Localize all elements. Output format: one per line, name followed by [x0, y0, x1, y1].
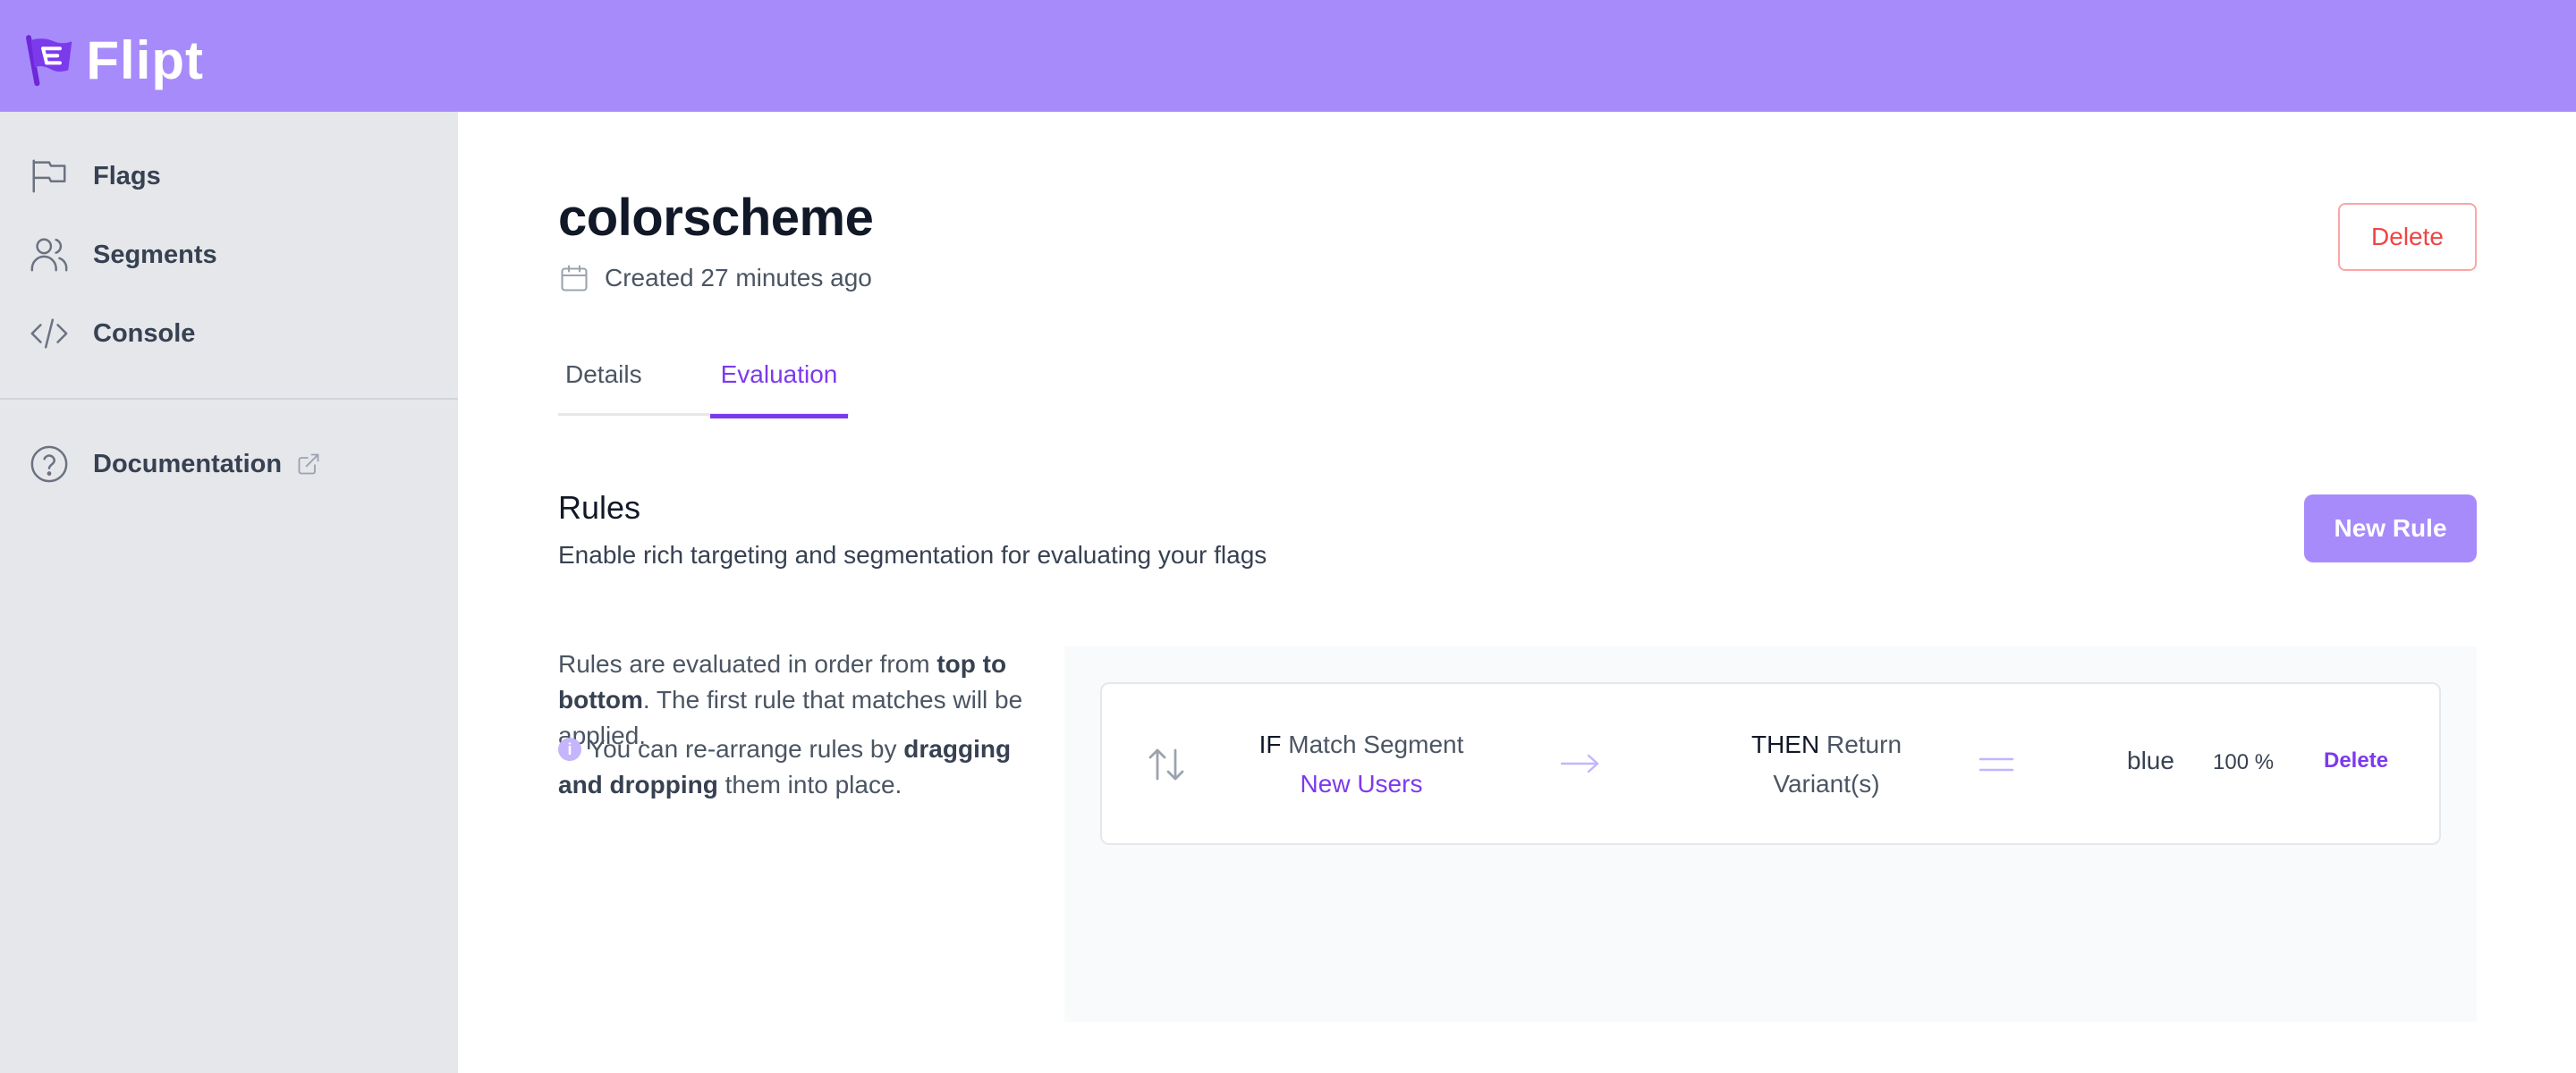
sidebar-item-label: Segments: [93, 240, 217, 269]
question-circle-icon: [30, 445, 68, 483]
sidebar: Flags Segments Console Documentation: [0, 112, 458, 1073]
sidebar-item-label: Console: [93, 318, 196, 348]
drag-handle-icon[interactable]: [1145, 743, 1188, 786]
arrow-right-icon: [1560, 754, 1599, 773]
help-text: Rules are evaluated in order from: [558, 650, 937, 678]
then-keyword: THEN: [1750, 731, 1820, 758]
rule-condition: IF Match Segment New Users: [1227, 725, 1496, 804]
top-bar: Flipt: [0, 0, 2576, 112]
info-icon: i: [558, 737, 581, 761]
segment-link[interactable]: New Users: [1301, 770, 1423, 798]
created-info: Created 27 minutes ago: [558, 262, 872, 294]
sidebar-divider: [0, 398, 458, 400]
distribution-percentage: 100 %: [2213, 750, 2275, 774]
sidebar-item-label: Flags: [93, 161, 161, 190]
sidebar-item-label: Documentation: [93, 449, 283, 478]
users-icon: [30, 238, 68, 272]
help-text: You can re-arrange rules by: [589, 735, 904, 763]
rules-subheading: Enable rich targeting and segmentation f…: [558, 541, 1267, 569]
rules-drag-help: i You can re-arrange rules by dragging an…: [558, 731, 1023, 803]
help-text: them into place.: [717, 771, 902, 798]
sidebar-item-console[interactable]: Console: [29, 307, 195, 360]
flag-icon: [32, 159, 66, 193]
rules-list: IF Match Segment New Users THEN Return V…: [1064, 646, 2477, 1022]
created-text: Created 27 minutes ago: [605, 264, 872, 291]
rule-outcome: THEN Return Variant(s): [1710, 725, 1943, 804]
if-label: Match Segment: [1288, 731, 1464, 758]
if-keyword: IF: [1258, 731, 1282, 758]
sidebar-item-segments[interactable]: Segments: [29, 228, 217, 282]
code-icon: [30, 318, 68, 349]
delete-rule-button[interactable]: Delete: [2324, 748, 2388, 773]
app-logo[interactable]: Flipt: [25, 23, 204, 97]
external-link-icon: [298, 453, 319, 475]
app-name: Flipt: [86, 30, 204, 90]
main-content: colorscheme Created 27 minutes ago Delet…: [458, 112, 2576, 1073]
equals-icon: [1979, 757, 2014, 772]
variant-key: blue: [2127, 747, 2174, 774]
new-rule-button[interactable]: New Rule: [2304, 494, 2477, 562]
sidebar-item-flags[interactable]: Flags: [29, 149, 161, 203]
rules-heading: Rules: [558, 489, 641, 526]
tab-bar: Details Evaluation: [558, 351, 849, 418]
page-title: colorscheme: [558, 189, 874, 247]
tab-evaluation[interactable]: Evaluation: [710, 351, 848, 418]
tab-details[interactable]: Details: [565, 351, 642, 416]
calendar-icon: [561, 265, 588, 291]
delete-flag-button[interactable]: Delete: [2338, 203, 2477, 271]
sidebar-item-documentation[interactable]: Documentation: [29, 437, 321, 491]
flipt-logo-icon: [26, 35, 72, 87]
rule-item[interactable]: IF Match Segment New Users THEN Return V…: [1100, 682, 2441, 845]
